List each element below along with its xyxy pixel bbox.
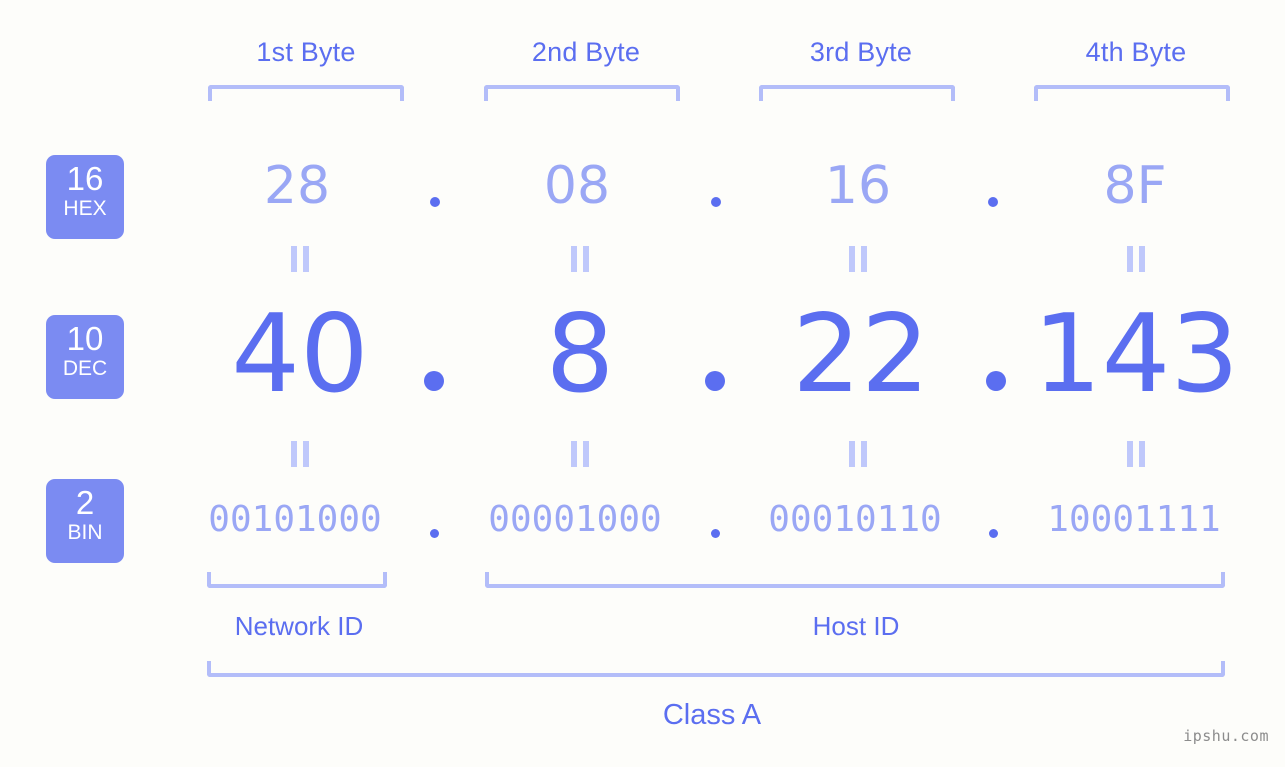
network-id-bracket <box>207 572 387 588</box>
byte-header-2: 2nd Byte <box>531 37 641 67</box>
byte-header-4: 4th Byte <box>1085 37 1187 67</box>
equals-mark-hex-dec-2 <box>570 246 590 272</box>
hex-octet-1: 28 <box>263 156 331 216</box>
equals-mark-dec-bin-3 <box>848 441 868 467</box>
base-badge-dec-number: 10 <box>66 320 104 357</box>
dec-separator-3 <box>986 371 1006 391</box>
class-label: Class A <box>662 699 762 731</box>
base-badge-bin: 2 BIN <box>46 479 124 563</box>
network-id-label: Network ID <box>234 611 364 641</box>
base-badge-hex-number: 16 <box>66 160 104 197</box>
hex-separator-1 <box>430 197 440 207</box>
equals-mark-hex-dec-4 <box>1126 246 1146 272</box>
base-badge-hex: 16 HEX <box>46 155 124 239</box>
bin-octet-1: 00101000 <box>208 499 382 540</box>
base-badge-bin-label: BIN <box>67 521 103 544</box>
equals-mark-dec-bin-1 <box>290 441 310 467</box>
dec-octet-2: 8 <box>545 292 615 417</box>
bin-separator-2 <box>711 529 720 538</box>
byte-bracket-2 <box>484 85 680 101</box>
byte-bracket-1 <box>208 85 404 101</box>
base-badge-dec: 10 DEC <box>46 315 124 399</box>
host-id-bracket <box>485 572 1225 588</box>
equals-mark-dec-bin-2 <box>570 441 590 467</box>
dec-octet-4: 143 <box>1032 292 1240 417</box>
byte-bracket-4 <box>1034 85 1230 101</box>
site-watermark: ipshu.com <box>1183 727 1269 745</box>
byte-bracket-3 <box>759 85 955 101</box>
hex-separator-3 <box>988 197 998 207</box>
bin-octet-3: 00010110 <box>768 499 942 540</box>
bin-octet-4: 10001111 <box>1047 499 1221 540</box>
bin-separator-3 <box>989 529 998 538</box>
base-badge-hex-label: HEX <box>63 197 107 220</box>
equals-mark-hex-dec-3 <box>848 246 868 272</box>
equals-mark-dec-bin-4 <box>1126 441 1146 467</box>
hex-octet-4: 8F <box>1103 156 1167 216</box>
base-badge-dec-label: DEC <box>62 357 108 380</box>
dec-separator-2 <box>705 371 725 391</box>
hex-separator-2 <box>711 197 721 207</box>
byte-header-1: 1st Byte <box>256 37 356 67</box>
host-id-label: Host ID <box>812 611 900 641</box>
ip-address-breakdown-diagram: 1st Byte 2nd Byte 3rd Byte 4th Byte 16 H… <box>0 0 1285 767</box>
hex-octet-3: 16 <box>824 156 892 216</box>
dec-octet-1: 40 <box>231 292 369 417</box>
bin-octet-2: 00001000 <box>488 499 662 540</box>
hex-octet-2: 08 <box>543 156 611 216</box>
dec-octet-3: 22 <box>792 292 930 417</box>
base-badge-bin-number: 2 <box>75 484 95 521</box>
bin-separator-1 <box>430 529 439 538</box>
byte-header-3: 3rd Byte <box>809 37 913 67</box>
class-bracket <box>207 661 1225 677</box>
equals-mark-hex-dec-1 <box>290 246 310 272</box>
dec-separator-1 <box>424 371 444 391</box>
